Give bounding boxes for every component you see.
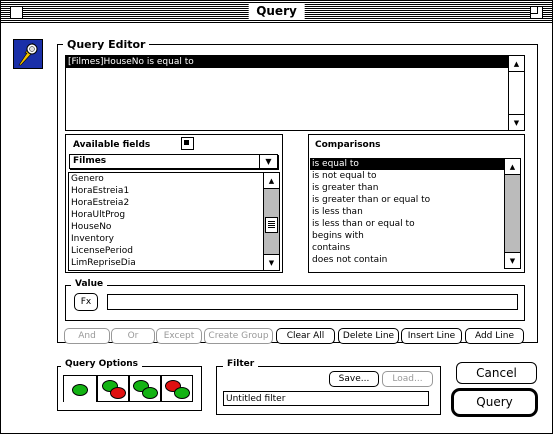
scroll-down-arrow-icon[interactable]: ▼	[264, 254, 279, 270]
field-list-item[interactable]: HoraEstreia1	[69, 185, 263, 197]
and-button[interactable]: And	[64, 328, 110, 344]
table-popup-menu[interactable]: Filmes ▼	[69, 154, 278, 169]
option-single-tab[interactable]	[63, 375, 97, 402]
fx-button[interactable]: Fx	[74, 293, 98, 311]
field-list-item[interactable]: LicensePeriod	[69, 245, 263, 257]
scroll-track[interactable]	[264, 189, 279, 254]
green-dot-icon	[72, 384, 88, 396]
zoom-box[interactable]	[530, 6, 543, 19]
field-list-item[interactable]: Genero	[69, 173, 263, 185]
comparison-list-item[interactable]: is equal to	[310, 158, 505, 170]
scroll-up-arrow-icon[interactable]: ▲	[264, 173, 279, 189]
comparisons-list[interactable]: is equal to is not equal to is greater tha…	[310, 158, 521, 269]
green-dot-icon	[174, 387, 190, 399]
delete-line-button[interactable]: Delete Line	[338, 328, 399, 344]
option-or-tab[interactable]	[129, 375, 161, 402]
query-app-icon	[13, 39, 43, 69]
query-expression-box[interactable]: [Filmes]HouseNo is equal to ▲ ▼	[65, 55, 525, 131]
load-filter-button[interactable]: Load...	[382, 371, 433, 387]
field-list-item[interactable]: Inventory	[69, 233, 263, 245]
comparison-list-item[interactable]: is not equal to	[310, 170, 505, 182]
option-and-tab[interactable]	[97, 375, 129, 402]
red-dot-icon	[110, 387, 126, 399]
comparison-list-item[interactable]: begins with	[310, 230, 505, 242]
scroll-up-arrow-icon[interactable]: ▲	[509, 56, 524, 72]
scroll-thumb[interactable]	[265, 217, 278, 233]
fields-list[interactable]: Genero HoraEstreia1 HoraEstreia2 HoraUltPro…	[68, 172, 280, 271]
query-button[interactable]: Query	[456, 393, 533, 412]
option-except-tab[interactable]	[161, 375, 193, 402]
comparison-list-item[interactable]: is less than	[310, 206, 505, 218]
comparison-list-item[interactable]: is greater than	[310, 182, 505, 194]
filter-name-field[interactable]: Untitled filter	[223, 391, 429, 406]
close-box[interactable]	[10, 6, 23, 19]
query-window: Query Query Editor [Filmes]HouseNo is eq…	[0, 0, 553, 434]
except-button[interactable]: Except	[156, 328, 202, 344]
title-bar[interactable]: Query	[1, 1, 552, 23]
field-list-item[interactable]: HoraUltProg	[69, 209, 263, 221]
comparison-list-item[interactable]: is greater than or equal to	[310, 194, 505, 206]
clear-all-button[interactable]: Clear All	[276, 328, 335, 344]
cancel-button[interactable]: Cancel	[456, 362, 537, 384]
fields-scrollbar[interactable]: ▲ ▼	[263, 173, 279, 270]
field-list-item[interactable]: HoraEstreia2	[69, 197, 263, 209]
field-list-item[interactable]: LimRepriseDia	[69, 257, 263, 269]
add-line-button[interactable]: Add Line	[465, 328, 524, 344]
comparisons-scrollbar[interactable]: ▲ ▼	[504, 158, 521, 269]
create-group-button[interactable]: Create Group	[204, 328, 273, 344]
field-list-item[interactable]: HouseNo	[69, 221, 263, 233]
scroll-down-arrow-icon[interactable]: ▼	[509, 114, 524, 130]
green-dot-icon	[142, 387, 158, 399]
available-fields-label: Available fields	[73, 140, 151, 150]
query-options-label: Query Options	[61, 358, 143, 371]
window-title: Query	[248, 4, 305, 19]
comparisons-label: Comparisons	[315, 140, 381, 150]
value-label: Value	[71, 278, 108, 291]
scroll-up-arrow-icon[interactable]: ▲	[505, 159, 520, 175]
filter-label: Filter	[223, 358, 259, 371]
comparison-list-item[interactable]: does not contain	[310, 254, 505, 266]
table-popup-value: Filmes	[73, 156, 107, 166]
comparison-list-item[interactable]: contains	[310, 242, 505, 254]
comparison-list-item[interactable]: is less than or equal to	[310, 218, 505, 230]
or-button[interactable]: Or	[111, 328, 155, 344]
insert-line-button[interactable]: Insert Line	[401, 328, 462, 344]
scroll-track[interactable]	[505, 175, 520, 252]
query-editor-label: Query Editor	[63, 38, 150, 51]
value-input[interactable]	[107, 294, 518, 310]
expression-scrollbar[interactable]: ▲ ▼	[508, 56, 524, 130]
scroll-down-arrow-icon[interactable]: ▼	[505, 252, 520, 268]
query-line[interactable]: [Filmes]HouseNo is equal to	[66, 56, 508, 68]
save-filter-button[interactable]: Save...	[329, 371, 379, 387]
popup-arrow-icon: ▼	[259, 155, 277, 168]
field-icon	[181, 137, 194, 150]
